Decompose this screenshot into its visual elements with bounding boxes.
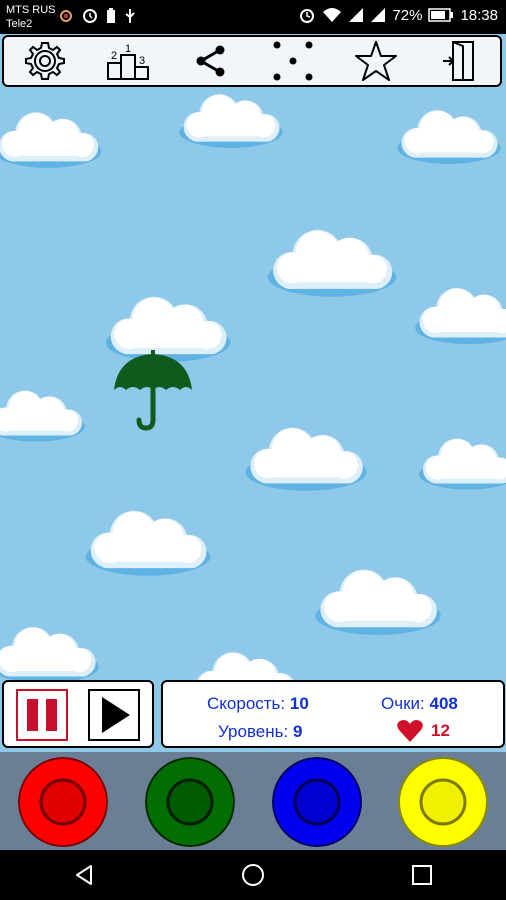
cloud bbox=[415, 288, 506, 345]
wifi-icon bbox=[323, 8, 342, 22]
level-stat: Уровень: 9 bbox=[218, 722, 302, 742]
star-icon bbox=[354, 41, 397, 81]
podium-digit-2: 2 bbox=[111, 50, 117, 62]
share-button[interactable] bbox=[184, 38, 238, 84]
blue-button[interactable] bbox=[272, 757, 362, 847]
back-icon bbox=[76, 865, 93, 885]
back-button[interactable] bbox=[54, 855, 114, 895]
speed-label: Скорость: bbox=[207, 694, 286, 713]
signal-icon-2 bbox=[371, 8, 386, 22]
settings-button[interactable] bbox=[18, 38, 72, 84]
toolbar: 2 1 3 bbox=[2, 35, 502, 87]
share-icon bbox=[196, 45, 225, 77]
pause-icon bbox=[27, 699, 57, 731]
rate-button[interactable] bbox=[349, 38, 403, 84]
score-value: 408 bbox=[429, 694, 458, 713]
lives-stat: 12 bbox=[397, 719, 450, 743]
home-icon bbox=[241, 864, 264, 886]
dots-icon bbox=[273, 41, 313, 81]
score-stat: Очки: 408 bbox=[381, 694, 458, 714]
color-buttons-panel bbox=[0, 752, 506, 850]
hud: Скорость: 10 Очки: 408 Уровень: 9 12 bbox=[0, 680, 506, 752]
gear-icon bbox=[25, 42, 66, 80]
clock: 18:38 bbox=[460, 6, 498, 24]
cloud bbox=[179, 94, 283, 148]
carrier-name-2: Tele2 bbox=[6, 18, 33, 30]
podium-digit-1: 1 bbox=[125, 43, 131, 55]
battery-icon bbox=[428, 8, 454, 22]
exit-button[interactable] bbox=[432, 38, 486, 84]
leaderboard-button[interactable]: 2 1 3 bbox=[101, 38, 155, 84]
speed-stat: Скорость: 10 bbox=[207, 694, 309, 714]
stats-panel: Скорость: 10 Очки: 408 Уровень: 9 12 bbox=[161, 680, 505, 748]
red-button[interactable] bbox=[18, 757, 108, 847]
alarm-icon bbox=[300, 9, 315, 23]
umbrella-falling-object bbox=[114, 350, 192, 431]
lives-value: 12 bbox=[431, 721, 450, 740]
battery-percent: 72% bbox=[392, 6, 423, 24]
battery-app-icon bbox=[107, 8, 115, 23]
cloud bbox=[0, 390, 85, 442]
usb-icon bbox=[125, 9, 135, 23]
recents-icon bbox=[411, 865, 432, 885]
cloud bbox=[315, 569, 441, 635]
cloud bbox=[85, 510, 211, 576]
signal-icon bbox=[349, 8, 364, 22]
level-label: Уровень: bbox=[218, 722, 289, 741]
heart-icon bbox=[397, 720, 423, 742]
podium-digit-3: 3 bbox=[139, 55, 145, 67]
more-games-button[interactable] bbox=[266, 38, 320, 84]
cloud bbox=[245, 427, 367, 491]
navigation-bar bbox=[0, 850, 506, 900]
recents-button[interactable] bbox=[392, 855, 452, 895]
level-value: 9 bbox=[292, 722, 303, 741]
play-icon bbox=[102, 697, 130, 733]
data-saver-icon bbox=[83, 9, 97, 23]
green-button[interactable] bbox=[145, 757, 235, 847]
home-button[interactable] bbox=[223, 855, 283, 895]
playback-controls bbox=[2, 680, 154, 748]
cloud bbox=[397, 110, 501, 164]
speed-value: 10 bbox=[289, 694, 309, 713]
play-button[interactable] bbox=[88, 689, 140, 741]
flower-app-icon bbox=[60, 10, 72, 22]
pause-button[interactable] bbox=[16, 689, 68, 741]
cloud bbox=[0, 627, 99, 684]
cloud bbox=[419, 438, 506, 490]
podium-icon: 2 1 3 bbox=[106, 43, 149, 80]
game-field[interactable] bbox=[0, 89, 506, 760]
cloud bbox=[0, 112, 102, 168]
cloud bbox=[267, 229, 397, 297]
yellow-button[interactable] bbox=[398, 757, 488, 847]
status-bar: MTS RUS Tele2 72% 18:38 bbox=[0, 0, 506, 34]
exit-door-icon bbox=[442, 41, 474, 81]
carrier-name-1: MTS RUS bbox=[6, 4, 56, 16]
score-label: Очки: bbox=[381, 694, 425, 713]
